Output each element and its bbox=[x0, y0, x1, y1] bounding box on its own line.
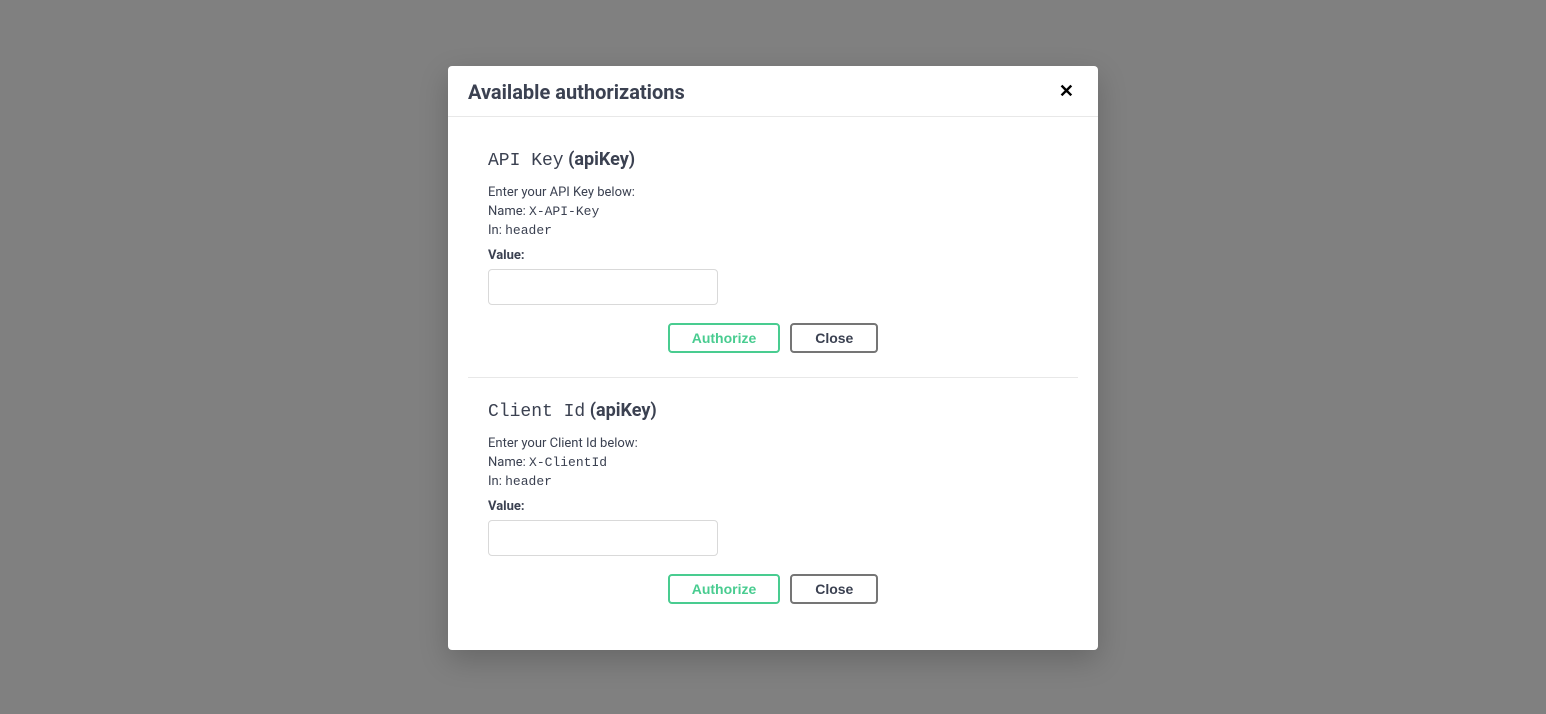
name-value: X-API-Key bbox=[529, 204, 599, 219]
auth-name-row: Name: X-ClientId bbox=[488, 455, 1058, 470]
name-label: Name: bbox=[488, 204, 526, 219]
button-row: Authorize Close bbox=[488, 574, 1058, 604]
auth-heading: Client Id (apiKey) bbox=[488, 400, 1058, 422]
close-icon[interactable]: ✕ bbox=[1055, 83, 1078, 101]
button-row: Authorize Close bbox=[488, 323, 1058, 353]
auth-scheme: (apiKey) bbox=[590, 400, 657, 421]
value-label: Value: bbox=[488, 248, 1058, 263]
name-value: X-ClientId bbox=[529, 455, 607, 470]
close-button[interactable]: Close bbox=[790, 574, 878, 604]
value-label: Value: bbox=[488, 499, 1058, 514]
in-value: header bbox=[505, 474, 552, 489]
authorizations-modal: Available authorizations ✕ API Key (apiK… bbox=[448, 66, 1098, 650]
name-label: Name: bbox=[488, 455, 526, 470]
modal-body: API Key (apiKey) Enter your API Key belo… bbox=[448, 117, 1098, 650]
authorize-button[interactable]: Authorize bbox=[668, 574, 781, 604]
auth-name: Client Id bbox=[488, 402, 585, 422]
auth-description: Enter your API Key below: bbox=[488, 185, 1058, 200]
auth-name-row: Name: X-API-Key bbox=[488, 204, 1058, 219]
authorize-button[interactable]: Authorize bbox=[668, 323, 781, 353]
modal-header: Available authorizations ✕ bbox=[448, 66, 1098, 117]
auth-section-client-id: Client Id (apiKey) Enter your Client Id … bbox=[468, 377, 1078, 622]
close-button[interactable]: Close bbox=[790, 323, 878, 353]
in-label: In: bbox=[488, 474, 502, 489]
modal-title: Available authorizations bbox=[468, 80, 685, 104]
auth-name: API Key bbox=[488, 151, 564, 171]
api-key-input[interactable] bbox=[488, 269, 718, 305]
auth-section-api-key: API Key (apiKey) Enter your API Key belo… bbox=[468, 137, 1078, 371]
in-value: header bbox=[505, 223, 552, 238]
auth-scheme: (apiKey) bbox=[568, 149, 635, 170]
auth-in-row: In: header bbox=[488, 223, 1058, 238]
auth-heading: API Key (apiKey) bbox=[488, 149, 1058, 171]
auth-description: Enter your Client Id below: bbox=[488, 436, 1058, 451]
auth-in-row: In: header bbox=[488, 474, 1058, 489]
client-id-input[interactable] bbox=[488, 520, 718, 556]
in-label: In: bbox=[488, 223, 502, 238]
